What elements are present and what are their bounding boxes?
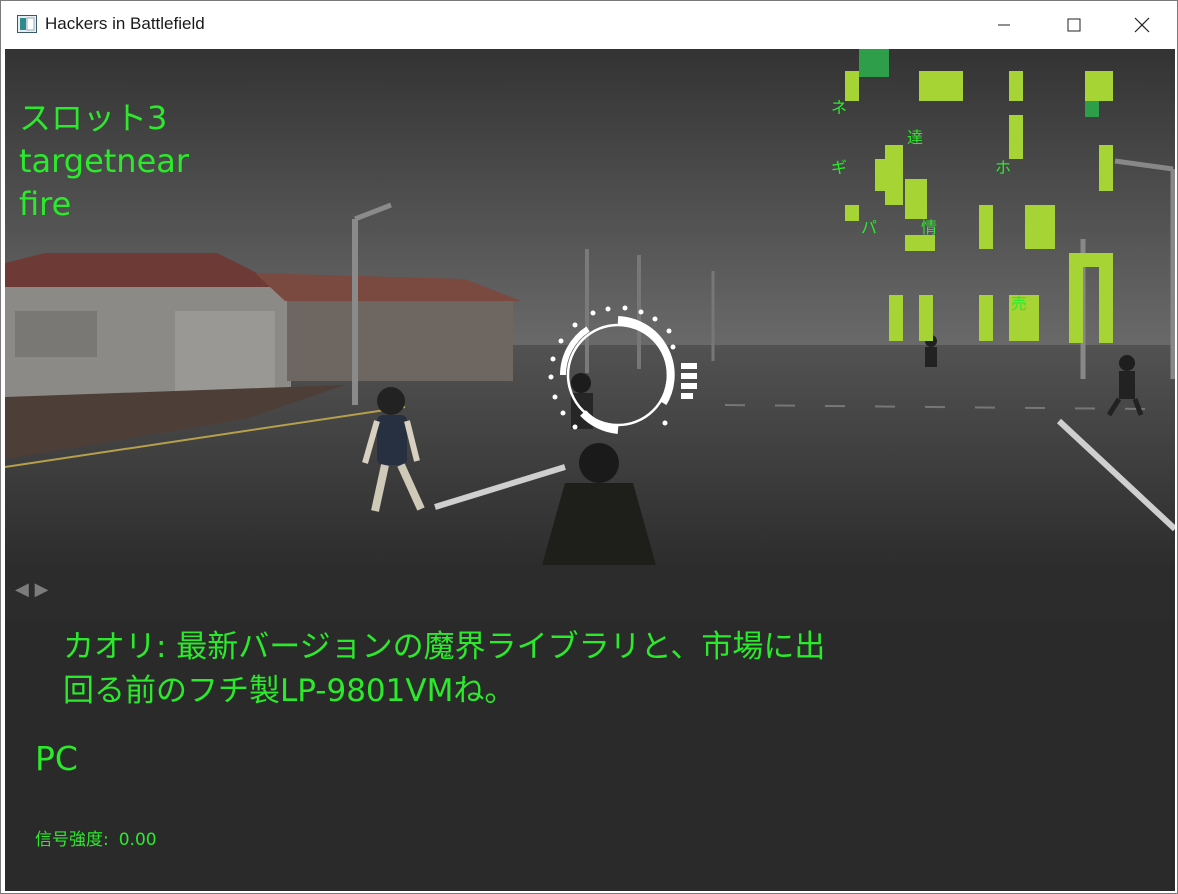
minimap-target-marker [1085, 101, 1099, 117]
warehouse-door [175, 311, 275, 397]
dialog-nav-bar: ◀ ▶ [5, 565, 1175, 619]
signal-strength-label: 信号強度: [35, 830, 109, 850]
minimize-button[interactable] [969, 1, 1039, 49]
minimap-blocks: ネ 達 ギ ホ パ 情 売 [831, 49, 1113, 343]
prev-arrow-icon[interactable]: ◀ [15, 579, 29, 600]
warehouse-wall-2 [287, 301, 513, 381]
map-label-jou: 情 [921, 218, 937, 237]
hud-status: スロット3 targetnear fire [19, 97, 189, 226]
nav-arrows: ◀ ▶ [15, 579, 48, 600]
map-label-bai: 売 [1011, 294, 1027, 313]
hud-fire-label: fire [19, 185, 72, 223]
game-window: Hackers in Battlefield スロット3 targetnear … [0, 0, 1178, 894]
dialog-box[interactable]: カオリ: 最新バージョンの魔界ライブラリと、市場に出 回る前のフチ製LP-980… [5, 619, 1175, 891]
minimap: ネ 達 ギ ホ パ 情 売 [825, 49, 1125, 349]
signal-strength-value: 0.00 [118, 830, 157, 850]
map-label-tatsu: 達 [907, 128, 923, 147]
map-label-gi: ギ [831, 158, 847, 177]
targeting-reticle [548, 305, 697, 434]
hud-slot-label: スロット3 [19, 99, 168, 137]
game-viewport[interactable]: スロット3 targetnear fire ネ 達 ギ ホ パ 情 売 ◀ ▶ … [5, 49, 1175, 891]
dialog-line-2: 回る前のフチ製LP-9801VMね。 [63, 673, 516, 709]
title-bar[interactable]: Hackers in Battlefield [1, 1, 1177, 49]
map-label-ho: ホ [995, 158, 1011, 177]
dialog-line-1: カオリ: 最新バージョンの魔界ライブラリと、市場に出 [63, 629, 826, 665]
dialog-message: カオリ: 最新バージョンの魔界ライブラリと、市場に出 回る前のフチ製LP-980… [63, 625, 1023, 713]
minimap-player-marker [859, 49, 889, 77]
maximize-icon [1067, 18, 1081, 32]
signal-strength: 信号強度: 0.00 [35, 825, 167, 850]
map-label-ne: ネ [831, 98, 847, 117]
close-icon [1134, 17, 1150, 33]
minimize-icon [998, 24, 1010, 26]
window-title: Hackers in Battlefield [45, 14, 205, 33]
next-arrow-icon[interactable]: ▶ [35, 579, 49, 600]
close-button[interactable] [1107, 1, 1177, 49]
hud-target-label: targetnear [19, 142, 190, 180]
speaker-label: PC [35, 739, 78, 778]
warehouse-window [15, 311, 97, 357]
maximize-button[interactable] [1039, 1, 1109, 49]
map-label-pa: パ [861, 218, 877, 237]
app-icon [17, 15, 37, 33]
